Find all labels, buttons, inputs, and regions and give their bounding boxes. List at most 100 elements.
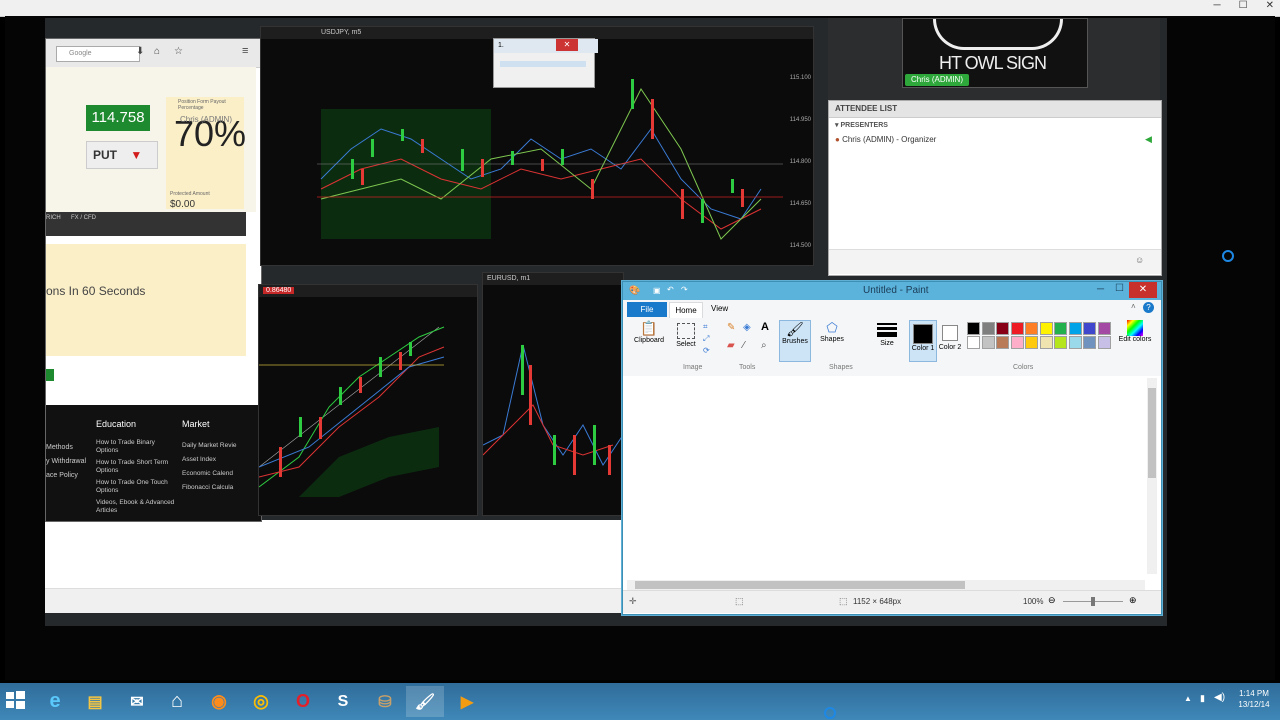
color-swatch[interactable] xyxy=(1039,336,1053,349)
redo-icon[interactable]: ↷ xyxy=(681,285,688,294)
opera-icon[interactable]: O xyxy=(284,686,322,717)
color-swatch[interactable] xyxy=(1025,336,1038,349)
color-swatch[interactable] xyxy=(967,336,980,349)
edit-colors-button[interactable]: Edit colors xyxy=(1117,320,1153,360)
tray-expand-icon[interactable]: ▲ xyxy=(1184,694,1192,703)
color-swatch[interactable] xyxy=(1083,336,1096,349)
magnifier-icon[interactable]: ⌕ xyxy=(761,340,767,351)
color-swatch[interactable] xyxy=(981,322,995,335)
close-button[interactable]: ✕ xyxy=(1129,282,1157,298)
ie-icon[interactable]: e xyxy=(36,686,74,717)
color-swatch[interactable] xyxy=(1068,336,1082,349)
star-icon[interactable]: ☆ xyxy=(174,46,183,57)
trading-chart-bottom-left[interactable]: 0.86480 xyxy=(258,284,478,516)
color1-button[interactable]: Color 1 xyxy=(909,320,937,362)
color-swatch[interactable] xyxy=(967,322,980,335)
minimize-button[interactable]: ─ xyxy=(1214,0,1221,14)
footer-link[interactable]: How to Trade Short Term Options xyxy=(96,459,176,475)
color-swatch[interactable] xyxy=(1054,336,1067,349)
picker-icon[interactable]: ⁄ xyxy=(743,340,745,351)
color-swatch[interactable] xyxy=(1025,322,1038,335)
color-swatch[interactable] xyxy=(996,322,1009,335)
horizontal-scroll-thumb[interactable] xyxy=(635,581,965,589)
collapse-ribbon-icon[interactable]: ˄ xyxy=(1131,302,1136,311)
footer-link[interactable]: ace Policy xyxy=(46,469,86,483)
presenters-heading[interactable]: ▾ PRESENTERS xyxy=(835,121,888,129)
color-swatch[interactable] xyxy=(1097,336,1111,349)
chat-icon[interactable]: ☺ xyxy=(1135,255,1144,265)
tab-view[interactable]: View xyxy=(711,304,728,313)
mini-dialog[interactable]: 1. ✕ xyxy=(493,38,598,88)
firefox-icon[interactable]: ◉ xyxy=(200,686,238,717)
pencil-icon[interactable]: ✎ xyxy=(727,322,735,333)
footer-link[interactable]: Videos, Ebook & Advanced Articles xyxy=(96,499,176,515)
drawing-canvas[interactable] xyxy=(623,376,1161,580)
footer-link[interactable]: Asset Index xyxy=(182,453,260,467)
eraser-icon[interactable]: ▰ xyxy=(727,340,735,351)
resize-icon[interactable]: ⤢ xyxy=(703,334,709,344)
footer-link[interactable]: Daily Market Revie xyxy=(182,439,260,453)
archive-icon[interactable]: ⛁ xyxy=(366,686,404,717)
tab-home[interactable]: Home xyxy=(669,302,703,318)
download-icon[interactable]: ⬇ xyxy=(136,46,144,57)
chrome-icon[interactable]: ◎ xyxy=(242,686,280,717)
presenter-entry[interactable]: ● Chris (ADMIN) - Organizer xyxy=(835,135,936,144)
rotate-icon[interactable]: ⟳ xyxy=(703,346,710,355)
maximize-button[interactable]: ☐ xyxy=(1115,283,1124,294)
fill-icon[interactable]: ◈ xyxy=(743,322,751,333)
color2-button[interactable]: Color 2 xyxy=(937,320,963,360)
media-icon[interactable]: ▶ xyxy=(448,686,486,717)
clock[interactable]: 1:14 PM 13/12/14 xyxy=(1232,688,1276,710)
clipboard-button[interactable]: 📋 Clipboard xyxy=(629,320,669,360)
close-button[interactable]: ✕ xyxy=(1266,0,1274,14)
maximize-button[interactable]: ☐ xyxy=(1239,0,1248,14)
color-swatch[interactable] xyxy=(996,336,1009,349)
volume-icon[interactable]: ◀) xyxy=(1214,692,1225,703)
color-swatch[interactable] xyxy=(1039,322,1053,335)
tab-rich[interactable]: RICH xyxy=(46,212,61,224)
tab-fx-cfd[interactable]: FX / CFD xyxy=(71,212,96,224)
help-icon[interactable]: ? xyxy=(1143,302,1154,313)
crop-icon[interactable]: ⌗ xyxy=(703,322,708,332)
paint-app-icon[interactable]: 🎨 xyxy=(629,285,640,296)
size-button[interactable]: Size xyxy=(875,320,899,360)
zoom-out-button[interactable]: ⊖ xyxy=(1048,595,1056,606)
footer-link[interactable]: How to Trade One Touch Options xyxy=(96,479,176,495)
footer-link[interactable]: y Withdrawal xyxy=(46,455,86,469)
footer-link[interactable]: Fibonacci Calcula xyxy=(182,481,260,495)
minimize-button[interactable]: ─ xyxy=(1097,284,1104,295)
close-icon[interactable]: ✕ xyxy=(556,39,578,51)
search-input[interactable]: Google xyxy=(56,46,140,62)
start-button[interactable] xyxy=(4,689,26,711)
color-swatch[interactable] xyxy=(1068,322,1082,335)
color-swatch[interactable] xyxy=(1010,322,1024,335)
zoom-in-button[interactable]: ⊕ xyxy=(1129,595,1137,606)
outlook-icon[interactable]: ✉ xyxy=(118,686,156,717)
vertical-scrollbar[interactable] xyxy=(1147,378,1157,574)
shapes-button[interactable]: ⬠ Shapes xyxy=(817,320,847,360)
trading-chart-bottom-right[interactable]: EURUSD, m1 xyxy=(482,272,624,516)
home-icon[interactable]: ⌂ xyxy=(158,686,196,717)
tab-file[interactable]: File xyxy=(627,302,667,317)
vertical-scroll-thumb[interactable] xyxy=(1148,388,1156,478)
skype-icon[interactable]: S xyxy=(324,686,362,717)
brushes-button[interactable]: 🖌 Brushes xyxy=(779,320,811,362)
undo-icon[interactable]: ↶ xyxy=(667,285,674,294)
footer-link[interactable]: Economic Calend xyxy=(182,467,260,481)
text-icon[interactable]: A xyxy=(761,321,769,333)
home-icon[interactable]: ⌂ xyxy=(154,46,160,57)
color-swatch[interactable] xyxy=(1054,322,1067,335)
horizontal-scrollbar[interactable] xyxy=(627,580,1145,590)
footer-link[interactable]: How to Trade Binary Options xyxy=(96,439,176,455)
paint-icon[interactable]: 🖌 xyxy=(406,686,444,717)
select-button[interactable]: Select xyxy=(673,320,699,360)
zoom-slider[interactable] xyxy=(1063,597,1123,606)
color-swatch[interactable] xyxy=(981,336,995,349)
put-button[interactable]: PUT ▼ xyxy=(86,141,158,169)
menu-icon[interactable]: ≡ xyxy=(242,45,248,57)
color-swatch[interactable] xyxy=(1083,322,1096,335)
footer-link[interactable]: Methods xyxy=(46,441,86,455)
network-icon[interactable]: ▮ xyxy=(1200,693,1205,704)
explorer-icon[interactable]: ▤ xyxy=(76,686,114,717)
color-swatch[interactable] xyxy=(1010,336,1024,349)
